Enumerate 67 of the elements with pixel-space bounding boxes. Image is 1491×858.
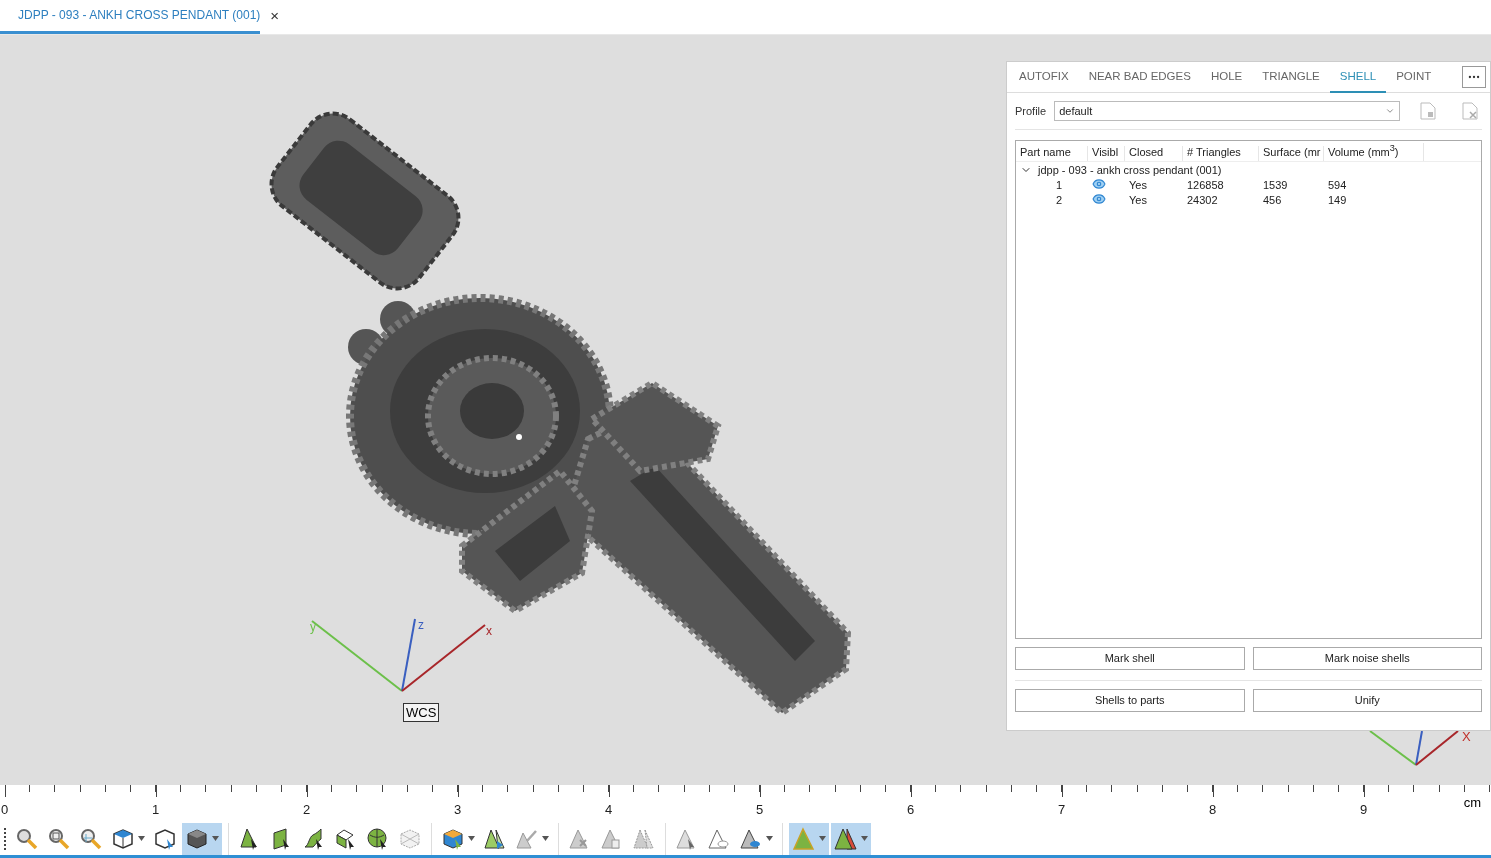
eye-icon[interactable] (1092, 192, 1106, 207)
ruler-label: 5 (756, 802, 764, 818)
table-cell-text: 594 (1327, 179, 1348, 192)
action-button[interactable]: Unify (1252, 688, 1482, 712)
action-button[interactable]: Mark shell (1015, 646, 1245, 670)
document-delete-icon (1462, 101, 1478, 120)
caret-icon[interactable] (861, 836, 868, 841)
action-button[interactable]: Shells to parts (1015, 688, 1245, 712)
ruler-label: 4 (605, 802, 613, 818)
document-icon (1420, 101, 1436, 120)
zoom-mesh-icon (79, 826, 103, 851)
ruler-label: 9 (1360, 802, 1368, 818)
triangle-icon (792, 826, 816, 851)
table-cell-text: 24302 (1186, 194, 1219, 207)
table-cell-text: 2 (1054, 194, 1063, 207)
panel-tab[interactable]: TRIANGLE (1252, 61, 1330, 93)
caret-icon[interactable] (212, 836, 219, 841)
column-header[interactable]: Visibl (1088, 145, 1125, 161)
ruler-label: 2 (303, 802, 311, 818)
column-header[interactable]: # Triangles (1183, 145, 1259, 161)
ruler-unit: cm (1463, 795, 1481, 811)
profile-label: Profile (1015, 104, 1047, 117)
zoom-cube-icon (47, 826, 71, 851)
table-cell-text: Yes (1128, 194, 1148, 207)
cube-icon (111, 826, 135, 851)
panel-tab[interactable]: NEAR BAD EDGES (1078, 61, 1201, 93)
part-name: jdpp - 093 - ankh cross pendant (001) (1036, 163, 1223, 176)
table-cell-text: 126858 (1186, 179, 1225, 192)
column-header[interactable]: Closed (1125, 145, 1183, 161)
axis-triad-drawing: y z x (300, 612, 500, 703)
caret-icon[interactable] (819, 836, 826, 841)
table-cell-text: 1539 (1262, 179, 1289, 192)
document-title: JDPP - 093 - ANKH CROSS PENDANT (001) (18, 8, 261, 23)
column-header[interactable]: Surface (mr (1259, 145, 1324, 161)
ruler-label: 3 (454, 802, 462, 818)
caret-icon[interactable] (138, 836, 145, 841)
ruler-label: 7 (1058, 802, 1066, 818)
table-cell-text: 456 (1262, 194, 1283, 207)
search-icon (15, 826, 39, 851)
ruler-label: 6 (907, 802, 915, 818)
cube-cursor-icon (153, 826, 177, 851)
profile-dropdown[interactable]: default (1054, 100, 1400, 121)
eye-icon[interactable] (1092, 177, 1106, 192)
panel-tab[interactable]: AUTOFIX (1009, 61, 1079, 93)
more-button[interactable] (1462, 65, 1486, 88)
table-cell-text: Yes (1128, 179, 1148, 192)
table-cell-text: 149 (1327, 194, 1348, 207)
panel-tab[interactable]: HOLE (1200, 61, 1253, 93)
action-button[interactable]: Mark noise shells (1252, 646, 1482, 670)
ruler-label: 0 (1, 802, 9, 818)
toolbar-button[interactable] (182, 822, 222, 855)
triangles-icon (834, 826, 858, 851)
close-button[interactable]: × (266, 6, 284, 24)
caret-icon[interactable] (542, 836, 549, 841)
caret-icon[interactable] (468, 836, 475, 841)
ruler-label: 8 (1209, 802, 1217, 818)
toolbar-button[interactable] (831, 822, 871, 855)
caret-icon[interactable] (766, 836, 773, 841)
panel-tab[interactable]: SHELL (1329, 61, 1387, 93)
column-header[interactable]: Part name (1016, 145, 1088, 161)
panel-tab[interactable]: POINT (1386, 61, 1442, 93)
axis-frame-label: WCS (403, 702, 440, 722)
shell-cursor-icon (366, 826, 390, 851)
ruler-label: 1 (152, 802, 160, 818)
part-group-row[interactable]: jdpp - 093 - ankh cross pendant (001) (1016, 161, 1481, 178)
column-header[interactable]: Volume (mm$^{3}$) (1324, 143, 1424, 161)
table-cell-text: 1 (1054, 179, 1063, 192)
